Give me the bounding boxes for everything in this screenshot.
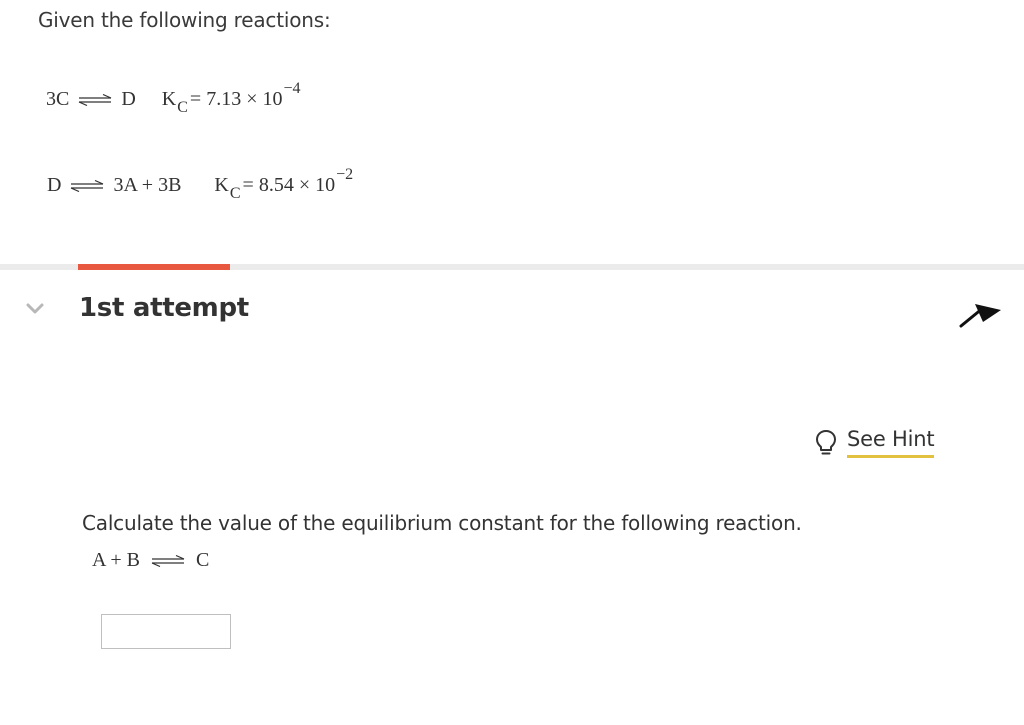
- active-attempt-indicator: [78, 264, 230, 270]
- reaction-1: 3C D KC = 7.13 × 10 −4: [46, 80, 301, 116]
- see-hint-label[interactable]: See Hint: [847, 427, 935, 458]
- question-prompt: Calculate the value of the equilibrium c…: [82, 511, 802, 535]
- k-subscript: C: [177, 99, 188, 116]
- reaction-2-products: 3A + 3B: [113, 174, 182, 196]
- reaction-2-equilibrium-constant: KC = 8.54 × 10 −2: [214, 166, 353, 202]
- see-hint-button[interactable]: See Hint: [814, 427, 935, 458]
- reaction-1-equilibrium-constant: KC = 7.13 × 10 −4: [161, 80, 301, 116]
- k-symbol: K: [214, 174, 229, 196]
- reaction-1-reactants: 3C: [46, 88, 70, 110]
- equilibrium-arrow-icon: [151, 554, 185, 567]
- target-reaction: A + B C: [92, 549, 209, 572]
- answer-input[interactable]: [101, 614, 231, 649]
- reaction-1-products: D: [121, 88, 136, 110]
- lightbulb-icon: [816, 429, 836, 454]
- target-reaction-reactants: A + B: [92, 549, 140, 571]
- equilibrium-arrow-icon: [71, 179, 104, 192]
- k-exponent: −4: [283, 80, 301, 97]
- reaction-2: D 3A + 3B KC = 8.54 × 10 −2: [47, 166, 353, 202]
- intro-text: Given the following reactions:: [38, 8, 331, 32]
- k-subscript: C: [229, 185, 241, 202]
- reaction-2-reactants: D: [47, 174, 62, 196]
- k-value: = 8.54 × 10: [242, 174, 336, 196]
- k-exponent: −2: [336, 166, 354, 183]
- equilibrium-arrow-icon: [79, 93, 112, 106]
- pin-icon[interactable]: [957, 294, 1005, 330]
- k-value: = 7.13 × 10: [189, 88, 283, 110]
- k-symbol: K: [161, 88, 177, 110]
- chevron-down-icon[interactable]: [26, 303, 44, 315]
- target-reaction-products: C: [195, 549, 210, 571]
- attempt-title: 1st attempt: [79, 293, 249, 323]
